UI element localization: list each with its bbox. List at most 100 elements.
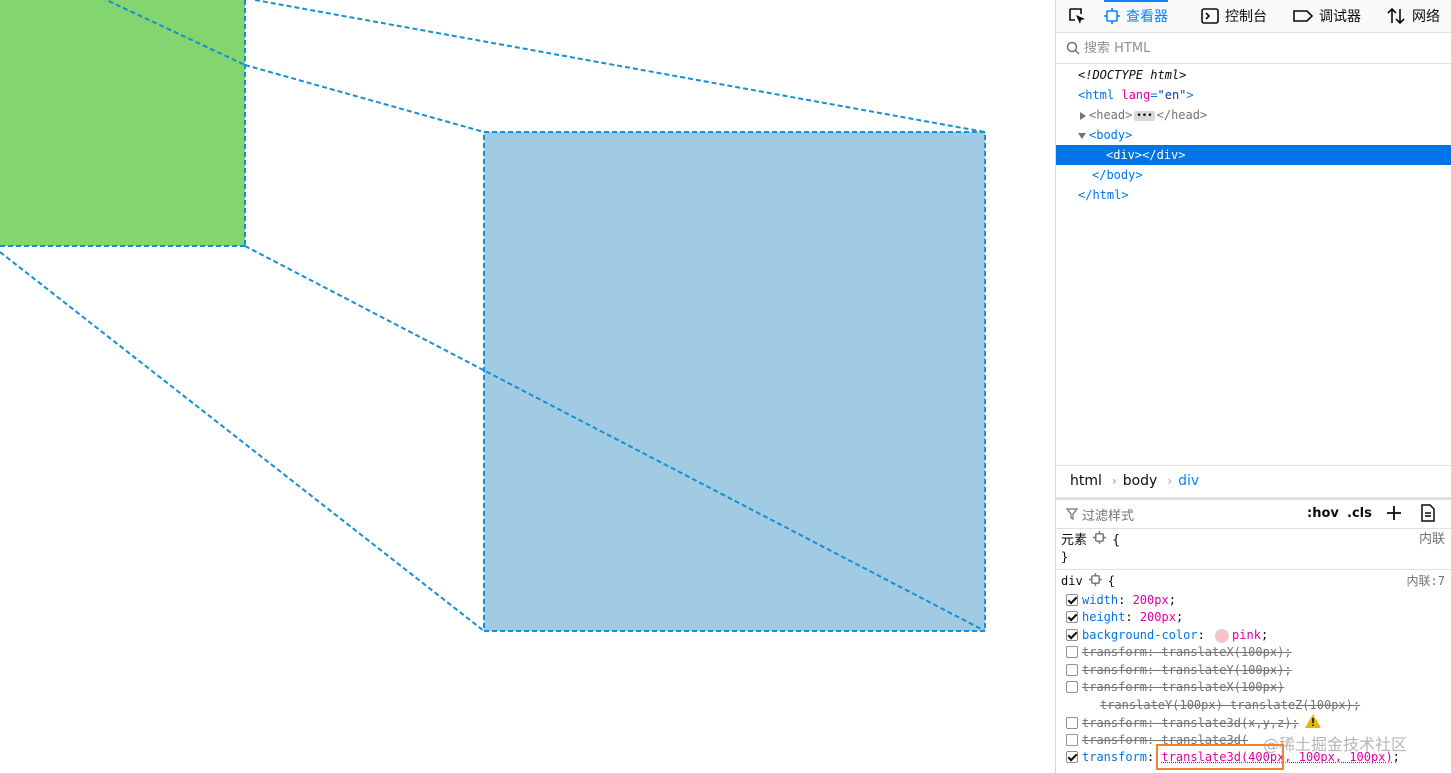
brace-open: { [1112, 533, 1121, 548]
highlight-annotation-box [1156, 744, 1284, 770]
lang-value: "en" [1157, 88, 1187, 102]
property-name[interactable]: transform [1082, 733, 1147, 747]
declaration-transform-continuation[interactable]: translateY(100px) translateZ(100px); [1100, 697, 1360, 714]
collapsed-ellipsis-icon[interactable]: ••• [1134, 110, 1155, 121]
markup-tree: <!DOCTYPE html> <html lang="en"> <head> •… [1056, 64, 1451, 464]
declaration-background-color[interactable]: background-color: pink; [1066, 627, 1268, 644]
guide-line [0, 251, 485, 632]
property-name[interactable]: width [1082, 593, 1118, 607]
doctype-text: <!DOCTYPE html> [1078, 68, 1187, 82]
markup-body-close[interactable]: </body> [1056, 165, 1451, 185]
property-value[interactable]: translate3d(x,y,z) [1161, 716, 1291, 730]
expand-icon[interactable] [1080, 111, 1086, 120]
declaration-transform-disabled[interactable]: transform: translateX(100px); [1066, 644, 1292, 661]
collapse-icon[interactable] [1078, 132, 1086, 139]
property-name[interactable]: height [1082, 610, 1125, 624]
element-rule-origin[interactable]: 内联 [1419, 531, 1445, 549]
property-value[interactable]: translateX(100px) [1161, 645, 1284, 659]
property-name[interactable]: transform [1082, 663, 1147, 677]
search-html-input[interactable] [1084, 40, 1404, 56]
cls-button[interactable]: .cls [1347, 506, 1372, 521]
property-name[interactable]: transform [1082, 716, 1147, 730]
markup-body-open[interactable]: <body> [1056, 125, 1451, 145]
hov-button[interactable]: :hov [1307, 506, 1339, 521]
devtools-toolbar: 查看器 控制台 调试器 网络 [1056, 0, 1451, 33]
blue-box [484, 132, 985, 631]
enable-checkbox[interactable] [1066, 733, 1078, 746]
property-name[interactable]: transform [1082, 750, 1147, 764]
enable-checkbox[interactable] [1066, 628, 1078, 641]
enable-checkbox[interactable] [1066, 716, 1078, 729]
markup-div-selected[interactable]: <div></div> [1056, 145, 1451, 165]
devtools-panel: 查看器 控制台 调试器 网络 <!DOCTYPE html> <html lan… [1055, 0, 1451, 773]
add-rule-icon[interactable] [1385, 504, 1403, 526]
chevron-right-icon: › [1167, 474, 1173, 488]
body-close-tag: </body> [1092, 168, 1143, 182]
property-name[interactable]: transform [1082, 680, 1147, 694]
declaration-height[interactable]: height: 200px; [1066, 609, 1183, 626]
filter-styles-input[interactable]: 过滤样式 [1082, 505, 1134, 524]
property-name[interactable]: background-color [1082, 628, 1198, 642]
markup-html-open[interactable]: <html lang="en"> [1056, 85, 1451, 105]
div-selector: div [1061, 574, 1083, 588]
element-selector: 元素 [1061, 533, 1088, 548]
network-icon [1386, 7, 1406, 25]
inspector-icon [1104, 7, 1120, 24]
breadcrumb-div[interactable]: div [1178, 473, 1199, 489]
guide-line [254, 0, 986, 133]
head-tag: <head> [1089, 108, 1133, 122]
viewport-canvas [0, 0, 986, 632]
gear-icon[interactable] [1088, 572, 1102, 591]
page-viewport [0, 0, 1055, 773]
filter-icon [1066, 508, 1078, 520]
tab-network[interactable]: 网络 [1386, 0, 1440, 31]
html-tag: <html [1078, 88, 1115, 102]
element-picker-icon[interactable] [1064, 4, 1090, 28]
declaration-transform-disabled[interactable]: transform: translate3d(x,y,z); [1066, 714, 1321, 731]
search-icon [1066, 41, 1080, 55]
element-rule: 元素 { 内联 } [1056, 531, 1451, 570]
console-icon [1201, 7, 1219, 24]
lang-attr: lang [1121, 88, 1151, 102]
property-name[interactable]: transform [1082, 645, 1147, 659]
tab-console[interactable]: 控制台 [1201, 0, 1267, 31]
enable-checkbox[interactable] [1066, 593, 1078, 606]
head-close-tag: </head> [1156, 108, 1208, 122]
green-box [0, 0, 245, 246]
debugger-icon [1293, 8, 1313, 24]
enable-checkbox[interactable] [1066, 645, 1078, 658]
breadcrumb: html › body › div [1056, 465, 1451, 496]
tab-inspector[interactable]: 查看器 [1104, 0, 1168, 31]
property-value[interactable]: translateX(100px) [1161, 680, 1284, 694]
breadcrumb-body[interactable]: body [1123, 473, 1158, 489]
declaration-width[interactable]: width: 200px; [1066, 592, 1176, 609]
declaration-transform-disabled[interactable]: transform: translateY(100px); [1066, 662, 1292, 679]
rules-toolbar: 过滤样式 :hov .cls [1056, 497, 1451, 529]
enable-checkbox[interactable] [1066, 663, 1078, 676]
markup-html-close[interactable]: </html> [1056, 185, 1451, 205]
tab-label: 查看器 [1126, 8, 1168, 25]
markup-doctype[interactable]: <!DOCTYPE html> [1056, 65, 1451, 85]
brace-close: } [1061, 550, 1069, 564]
chevron-right-icon: › [1111, 474, 1117, 488]
declaration-transform-disabled[interactable]: transform: translateX(100px) [1066, 679, 1284, 696]
enable-checkbox[interactable] [1066, 680, 1078, 693]
gear-icon[interactable] [1093, 531, 1107, 550]
div-rule-origin[interactable]: 内联:7 [1407, 572, 1445, 590]
property-value[interactable]: 200px [1133, 593, 1169, 607]
tab-label: 调试器 [1319, 8, 1361, 25]
property-value[interactable]: pink [1232, 628, 1261, 642]
markup-head[interactable]: <head> ••• </head> [1056, 105, 1451, 125]
enable-checkbox[interactable] [1066, 610, 1078, 623]
tab-debugger[interactable]: 调试器 [1293, 0, 1361, 31]
html-search-bar [1056, 33, 1451, 64]
breadcrumb-html[interactable]: html [1070, 473, 1102, 489]
property-value[interactable]: translateY(100px) [1161, 663, 1284, 677]
tab-label: 控制台 [1225, 8, 1267, 25]
property-value[interactable]: 200px [1140, 610, 1176, 624]
color-swatch-icon[interactable] [1215, 628, 1230, 643]
tab-label: 网络 [1412, 8, 1440, 25]
enable-checkbox[interactable] [1066, 750, 1078, 763]
print-media-icon[interactable] [1420, 504, 1436, 526]
property-value[interactable]: translateY(100px) translateZ(100px) [1100, 698, 1353, 712]
